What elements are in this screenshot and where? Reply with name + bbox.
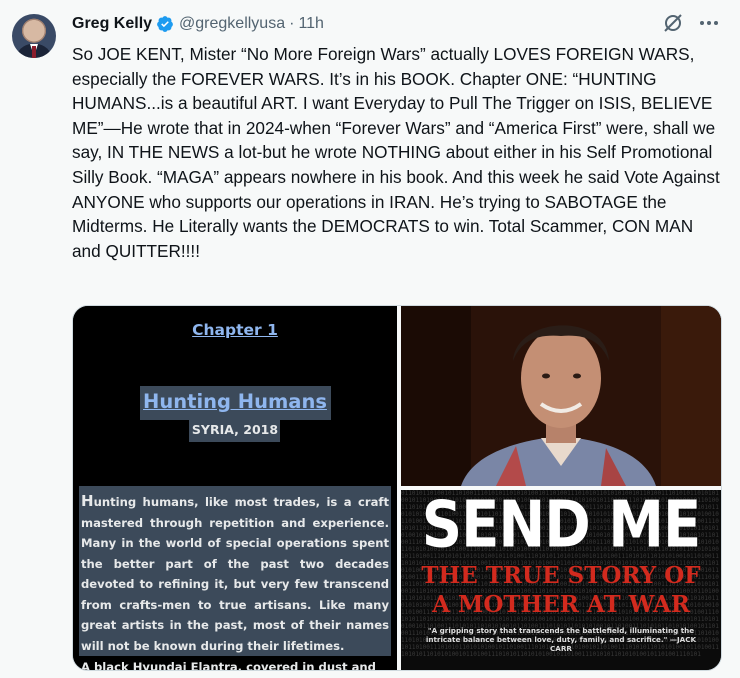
drop-cap: H <box>81 492 94 510</box>
book-title: SEND ME <box>421 490 701 563</box>
chapter-heading: Chapter 1 <box>192 321 278 339</box>
book-subtitle-line2: A MOTHER AT WAR <box>432 591 690 618</box>
avatar[interactable] <box>12 14 56 58</box>
book-cover-image[interactable]: 0110101101001011010011101010110101010010… <box>401 490 721 670</box>
book-subtitle-line1: THE TRUE STORY OF <box>421 562 701 589</box>
author-handle[interactable]: @gregkellyusa <box>179 15 285 33</box>
separator-dot: · <box>289 15 295 32</box>
chapter-location: SYRIA, 2018 <box>191 422 279 437</box>
author-photo[interactable] <box>401 306 721 486</box>
tweet-actions <box>662 12 720 34</box>
author-name[interactable]: Greg Kelly <box>72 15 152 33</box>
paragraph-text: unting humans, like most trades, is a cr… <box>81 495 389 653</box>
tweet-header: Greg Kelly @gregkellyusa · 11h <box>72 14 324 34</box>
grok-icon[interactable] <box>662 12 684 34</box>
chapter-title: Hunting Humans <box>143 390 327 413</box>
tweet-time[interactable]: 11h <box>298 15 324 33</box>
media-grid[interactable]: Chapter 1 Hunting Humans SYRIA, 2018 Hun… <box>72 305 722 671</box>
next-line: A black Hyundai Elantra, covered in dust… <box>81 660 376 671</box>
more-icon[interactable] <box>698 12 720 34</box>
tweet[interactable]: Greg Kelly @gregkellyusa · 11h So JOE KE… <box>0 0 740 678</box>
tweet-text: So JOE KENT, Mister “No More Foreign War… <box>72 44 720 261</box>
book-page-image[interactable]: Chapter 1 Hunting Humans SYRIA, 2018 Hun… <box>73 306 397 670</box>
author-photo-illustration <box>401 306 721 486</box>
avatar-tie <box>32 46 36 58</box>
book-blurb: "A gripping story that transcends the ba… <box>425 626 697 653</box>
verified-badge-icon[interactable] <box>156 15 174 33</box>
chapter-paragraph: Hunting humans, like most trades, is a c… <box>81 491 389 656</box>
